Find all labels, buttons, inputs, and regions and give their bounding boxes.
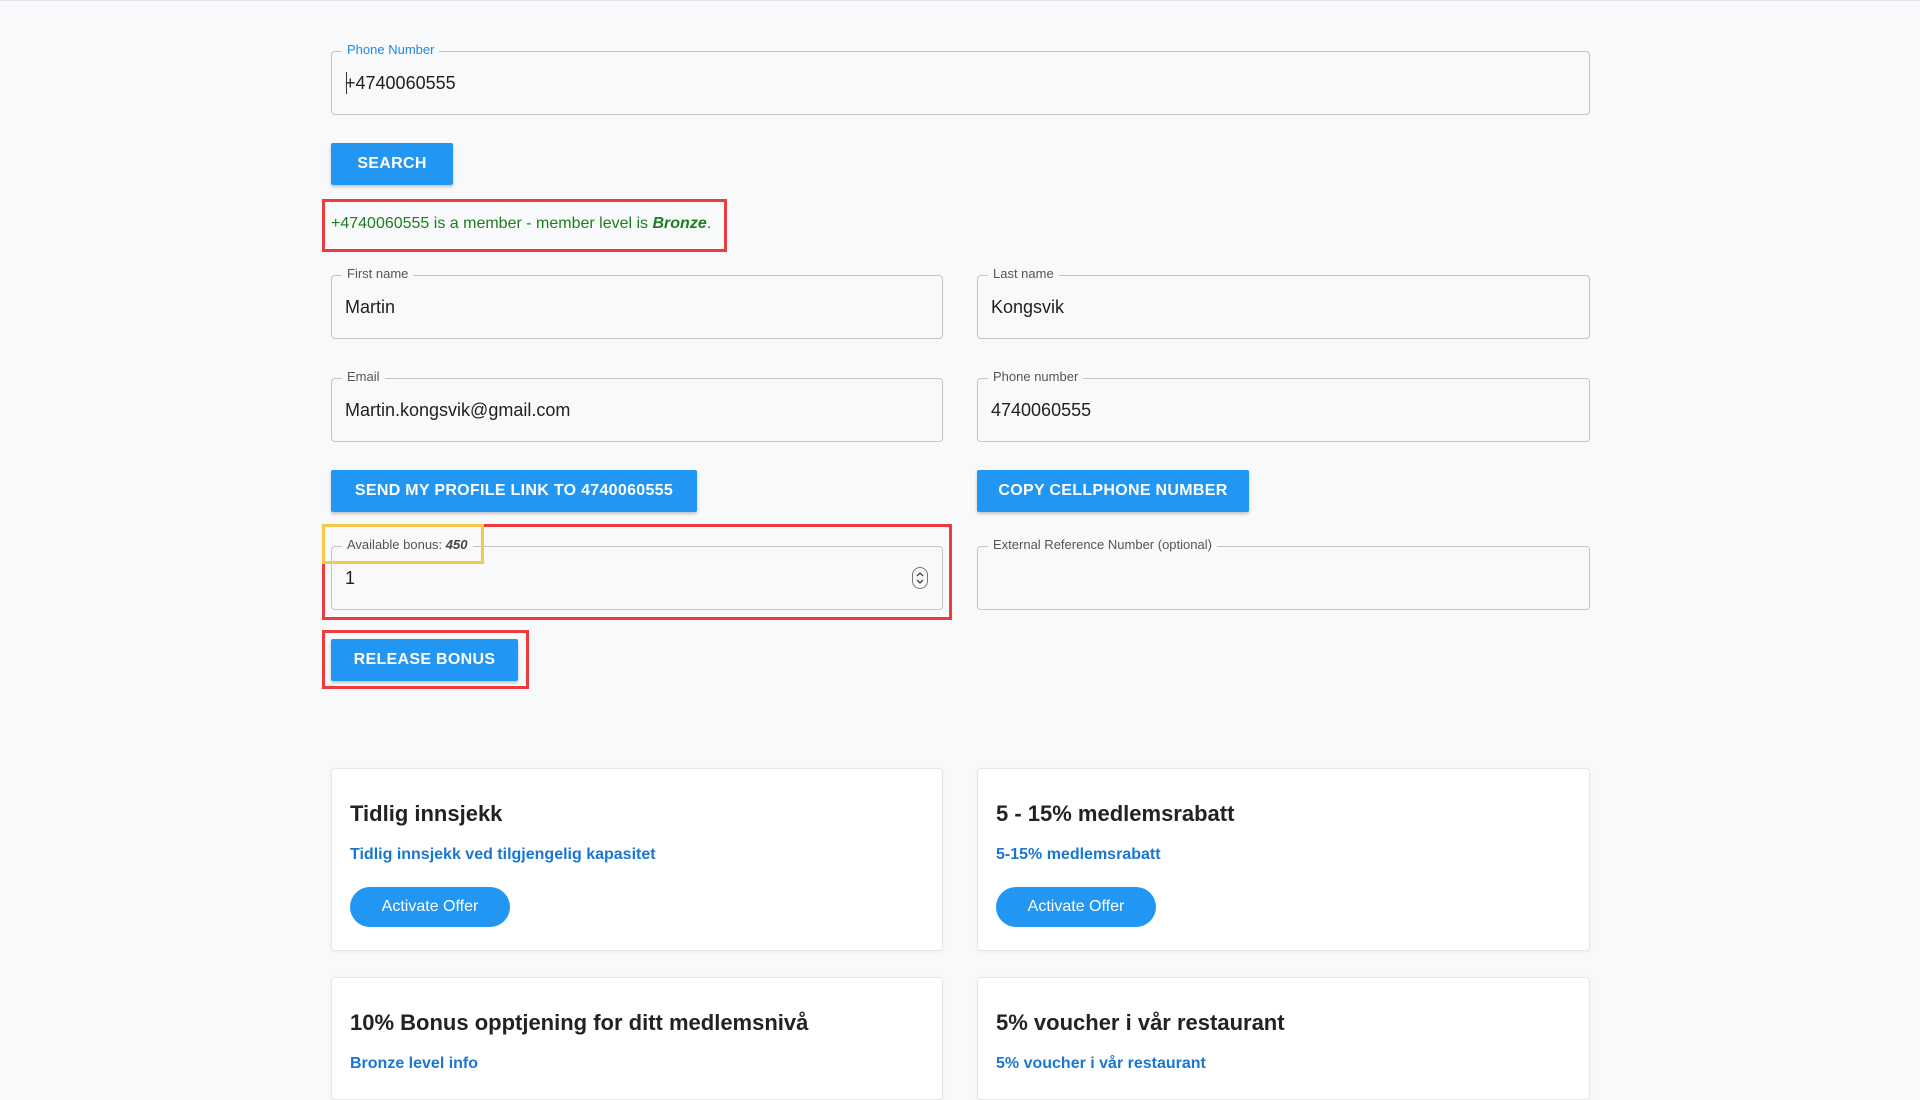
last-name-label: Last name — [988, 266, 1059, 282]
phone-number-field[interactable]: Phone number 4740060555 — [977, 369, 1590, 442]
activate-offer-button[interactable]: Activate Offer — [350, 887, 510, 927]
available-bonus-label: Available bonus: 450 — [342, 537, 473, 553]
phone-search-label: Phone Number — [342, 42, 440, 58]
email-label: Email — [342, 369, 385, 385]
first-name-input[interactable]: Martin — [345, 296, 395, 318]
member-status-prefix: +4740060555 is a member - member level i… — [331, 215, 653, 232]
offer-title: 10% Bonus opptjening for ditt medlemsniv… — [350, 1010, 809, 1035]
email-input[interactable]: Martin.kongsvik@gmail.com — [345, 399, 570, 421]
phone-search-input[interactable]: +4740060555 — [345, 72, 456, 94]
text-cursor — [346, 72, 347, 94]
offer-title: 5 - 15% medlemsrabatt — [996, 801, 1235, 826]
last-name-input[interactable]: Kongsvik — [991, 296, 1064, 318]
offer-title: Tidlig innsjekk — [350, 801, 503, 826]
offer-subtitle-link[interactable]: 5% voucher i vår restaurant — [996, 1055, 1206, 1073]
activate-offer-button[interactable]: Activate Offer — [996, 887, 1156, 927]
first-name-label: First name — [342, 266, 414, 282]
member-status-suffix: . — [706, 215, 712, 232]
member-level: Bronze — [652, 215, 707, 232]
offer-subtitle-link[interactable]: Tidlig innsjekk ved tilgjengelig kapasit… — [350, 846, 656, 864]
phone-number-label: Phone number — [988, 369, 1084, 385]
offer-card: 5 - 15% medlemsrabatt 5-15% medlemsrabat… — [977, 768, 1590, 951]
available-bonus-value: 450 — [445, 537, 468, 552]
offer-title: 5% voucher i vår restaurant — [996, 1010, 1285, 1035]
email-field[interactable]: Email Martin.kongsvik@gmail.com — [331, 369, 943, 442]
first-name-field[interactable]: First name Martin — [331, 266, 943, 339]
member-status-message: +4740060555 is a member - member level i… — [331, 215, 711, 233]
top-divider — [0, 0, 1920, 1]
phone-search-field[interactable]: Phone Number +4740060555 — [331, 42, 1590, 115]
external-reference-label: External Reference Number (optional) — [988, 537, 1217, 553]
external-reference-field[interactable]: External Reference Number (optional) — [977, 537, 1590, 610]
offer-subtitle-link[interactable]: 5-15% medlemsrabatt — [996, 846, 1161, 864]
offer-subtitle-link[interactable]: Bronze level info — [350, 1055, 478, 1073]
number-stepper-icon[interactable] — [912, 567, 928, 589]
release-bonus-button[interactable]: RELEASE BONUS — [331, 639, 518, 681]
bonus-amount-input[interactable]: 1 — [345, 567, 355, 589]
send-profile-link-button[interactable]: SEND MY PROFILE LINK TO 4740060555 — [331, 470, 697, 512]
last-name-field[interactable]: Last name Kongsvik — [977, 266, 1590, 339]
bonus-amount-field[interactable]: Available bonus: 450 1 — [331, 537, 943, 610]
offer-card: 10% Bonus opptjening for ditt medlemsniv… — [331, 977, 943, 1100]
phone-number-input[interactable]: 4740060555 — [991, 399, 1091, 421]
copy-cellphone-button[interactable]: COPY CELLPHONE NUMBER — [977, 470, 1249, 512]
available-bonus-text: Available bonus: — [347, 537, 443, 552]
offer-card: Tidlig innsjekk Tidlig innsjekk ved tilg… — [331, 768, 943, 951]
search-button[interactable]: SEARCH — [331, 143, 453, 185]
offer-card: 5% voucher i vår restaurant 5% voucher i… — [977, 977, 1590, 1100]
